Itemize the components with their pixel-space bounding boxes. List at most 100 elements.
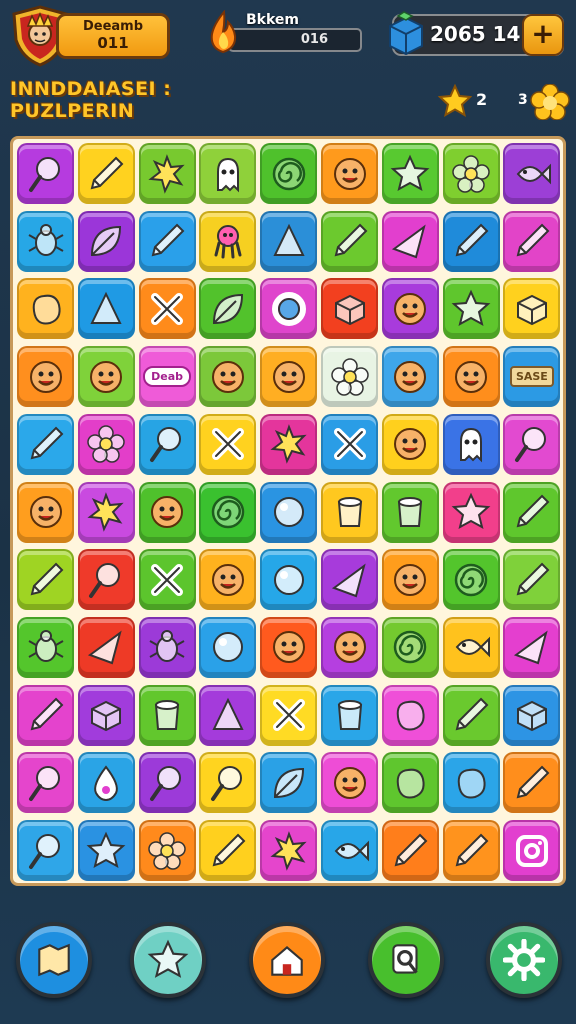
board-tile[interactable]: [381, 278, 439, 340]
board-tile[interactable]: [199, 210, 257, 272]
board-tile[interactable]: [321, 616, 378, 678]
board-tile[interactable]: [321, 143, 378, 204]
board-tile[interactable]: [17, 616, 74, 678]
board-tile[interactable]: [77, 752, 135, 814]
board-tile[interactable]: [77, 820, 135, 881]
board-tile[interactable]: [260, 616, 318, 678]
board-tile[interactable]: [260, 346, 318, 408]
board-tile[interactable]: [503, 752, 561, 814]
nav-home-button[interactable]: [249, 922, 325, 998]
board-tile[interactable]: [503, 278, 561, 340]
board-tile[interactable]: [260, 278, 318, 340]
board-tile[interactable]: [17, 752, 74, 814]
nav-search-button[interactable]: [368, 922, 444, 998]
board-tile[interactable]: [17, 143, 74, 204]
board-tile[interactable]: [138, 549, 196, 611]
board-tile[interactable]: [321, 684, 378, 746]
board-tile[interactable]: [199, 820, 257, 881]
board-tile[interactable]: [77, 481, 135, 543]
board-tile[interactable]: [260, 820, 318, 881]
board-tile[interactable]: [260, 549, 318, 611]
board-tile[interactable]: [138, 684, 196, 746]
board-tile[interactable]: [442, 549, 500, 611]
board-tile[interactable]: [381, 684, 439, 746]
board-tile[interactable]: [381, 752, 439, 814]
board-tile[interactable]: [17, 820, 74, 881]
board-tile[interactable]: [17, 549, 74, 611]
board-tile[interactable]: [17, 481, 74, 543]
board-tile[interactable]: [381, 413, 439, 475]
board-tile[interactable]: [199, 278, 257, 340]
board-tile[interactable]: [321, 346, 378, 408]
add-coins-button[interactable]: +: [522, 14, 564, 56]
board-tile[interactable]: [77, 413, 135, 475]
board-tile[interactable]: Deab: [138, 346, 196, 408]
board-tile[interactable]: [381, 820, 439, 881]
board-tile[interactable]: [138, 752, 196, 814]
board-tile[interactable]: [442, 820, 500, 881]
board-tile[interactable]: [503, 210, 561, 272]
board-tile[interactable]: [381, 549, 439, 611]
board-tile[interactable]: [321, 278, 378, 340]
board-tile[interactable]: [199, 481, 257, 543]
board-tile[interactable]: [321, 413, 378, 475]
board-tile[interactable]: [77, 684, 135, 746]
board-tile[interactable]: [442, 346, 500, 408]
board-tile[interactable]: [503, 684, 561, 746]
board-tile[interactable]: [260, 413, 318, 475]
board-tile[interactable]: [17, 413, 74, 475]
board-tile[interactable]: [199, 684, 257, 746]
board-tile[interactable]: [260, 684, 318, 746]
board-tile[interactable]: SASE: [503, 346, 561, 408]
board-tile[interactable]: [381, 143, 439, 204]
board-tile[interactable]: [381, 481, 439, 543]
board-tile[interactable]: [442, 684, 500, 746]
board-tile[interactable]: [442, 481, 500, 543]
board-tile[interactable]: [381, 210, 439, 272]
board-tile[interactable]: [199, 413, 257, 475]
board-tile[interactable]: [321, 820, 378, 881]
board-tile[interactable]: [199, 616, 257, 678]
board-tile[interactable]: [442, 616, 500, 678]
board-tile[interactable]: [442, 752, 500, 814]
board-tile[interactable]: [260, 143, 318, 204]
board-tile[interactable]: [17, 278, 74, 340]
board-tile[interactable]: [503, 549, 561, 611]
board-tile[interactable]: [260, 752, 318, 814]
board-tile[interactable]: [138, 616, 196, 678]
board-tile[interactable]: [503, 143, 561, 204]
board-tile[interactable]: [199, 549, 257, 611]
board-tile[interactable]: [381, 346, 439, 408]
board-tile[interactable]: [77, 616, 135, 678]
board-tile[interactable]: [503, 616, 561, 678]
board-tile[interactable]: [17, 210, 74, 272]
nav-map-button[interactable]: [16, 922, 92, 998]
board-tile[interactable]: [321, 549, 378, 611]
board-tile[interactable]: [138, 820, 196, 881]
board-tile[interactable]: [321, 752, 378, 814]
board-tile[interactable]: [442, 278, 500, 340]
board-tile[interactable]: [77, 549, 135, 611]
board-tile[interactable]: [17, 346, 74, 408]
board-tile[interactable]: [77, 346, 135, 408]
nav-settings-button[interactable]: [486, 922, 562, 998]
board-tile[interactable]: [77, 143, 135, 204]
board-tile[interactable]: [138, 143, 196, 204]
board-tile[interactable]: [77, 278, 135, 340]
nav-star-button[interactable]: [130, 922, 206, 998]
board-tile[interactable]: [321, 210, 378, 272]
board-tile[interactable]: [138, 210, 196, 272]
board-tile[interactable]: [138, 278, 196, 340]
player-info-pill[interactable]: Deeamb 011: [56, 13, 170, 59]
board-tile[interactable]: [260, 210, 318, 272]
board-tile[interactable]: [77, 210, 135, 272]
board-tile[interactable]: [503, 481, 561, 543]
board-tile[interactable]: [442, 210, 500, 272]
board-tile[interactable]: [503, 820, 561, 881]
board-tile[interactable]: [199, 143, 257, 204]
board-tile[interactable]: [138, 413, 196, 475]
board-tile[interactable]: [17, 684, 74, 746]
board-tile[interactable]: [442, 143, 500, 204]
board-tile[interactable]: [321, 481, 378, 543]
board-tile[interactable]: [442, 413, 500, 475]
